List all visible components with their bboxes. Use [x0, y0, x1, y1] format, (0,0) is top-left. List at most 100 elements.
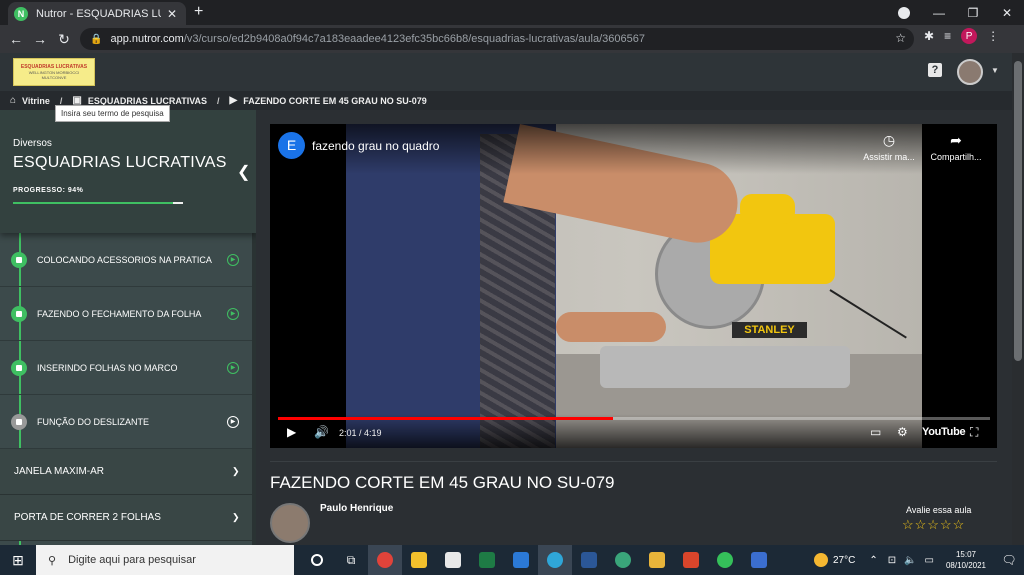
course-logo[interactable]: ESQUADRIAS LUCRATIVAS WELLINGTON MORBIOC… — [13, 58, 95, 86]
share-button[interactable]: ➦ Compartilh... — [921, 132, 991, 162]
word-icon[interactable] — [572, 545, 606, 575]
page-scrollbar-thumb[interactable] — [1014, 61, 1022, 361]
taskbar-search-input[interactable]: ⚲ Digite aqui para pesquisar — [36, 545, 294, 575]
video-progress-bar[interactable] — [278, 417, 990, 420]
clock[interactable]: 15:07 08/10/2021 — [938, 549, 994, 571]
logo-line-3: MULTCONVE — [41, 75, 67, 80]
chevron-down-icon: ❯ — [232, 466, 240, 476]
tab-title: Nutror - ESQUADRIAS LUCRATIVAS — [36, 7, 161, 20]
chevron-up-icon[interactable]: ⌃ — [869, 555, 877, 566]
chevron-down-icon[interactable]: ▼ — [991, 66, 999, 75]
lesson-item[interactable]: INSERINDO FOLHAS NO MARCO ▶ — [0, 341, 252, 395]
rating-stars[interactable]: ☆☆☆☆☆ — [902, 517, 965, 533]
browser-profile-indicator-icon[interactable] — [898, 7, 910, 19]
notifications-icon[interactable]: 🗨 — [994, 553, 1024, 567]
close-tab-icon[interactable]: ✕ — [167, 7, 177, 21]
play-icon: ▶ — [229, 95, 238, 106]
whatsapp-icon[interactable] — [708, 545, 742, 575]
file-explorer-icon[interactable] — [402, 545, 436, 575]
windows-start-icon[interactable]: ⊞ — [0, 552, 36, 569]
course-category: Diversos — [13, 138, 52, 149]
taskbar-apps: ⧉ — [300, 545, 776, 575]
temperature: 27°C — [832, 554, 856, 566]
browser-menu-icon[interactable]: ⋮ — [987, 29, 999, 43]
profile-avatar[interactable]: P — [961, 28, 978, 44]
page-scrollbar[interactable] — [1012, 53, 1024, 545]
lesson-label: COLOCANDO ACESSORIOS NA PRATICA — [37, 254, 212, 265]
watch-later-button[interactable]: ◷ Assistir ma... — [854, 132, 924, 162]
battery-icon[interactable]: ▭ — [925, 555, 934, 566]
url-text: app.nutror.com/v3/curso/ed2b9408a0f94c7a… — [110, 33, 645, 45]
reload-icon[interactable]: ↻ — [52, 31, 76, 48]
sun-icon — [813, 553, 828, 567]
breadcrumb-course[interactable]: ESQUADRIAS LUCRATIVAS — [88, 96, 207, 106]
user-avatar[interactable] — [957, 59, 983, 85]
url-input[interactable]: 🔒 app.nutror.com/v3/curso/ed2b9408a0f94c… — [80, 28, 914, 50]
subtitles-icon[interactable]: ▭ — [870, 425, 881, 439]
play-circle-icon[interactable]: ▶ — [227, 307, 239, 320]
collapse-sidebar-chevron-icon[interactable]: ❮ — [237, 162, 250, 182]
maximize-icon[interactable]: ❐ — [956, 6, 990, 20]
app-blue-icon[interactable] — [742, 545, 776, 575]
course-sidebar: Diversos ESQUADRIAS LUCRATIVAS ❮ PROGRES… — [0, 110, 256, 545]
miter-saw-base — [600, 346, 850, 388]
module-item-porta-de-correr[interactable]: PORTA DE CORRER 2 FOLHAS ❯ — [0, 495, 252, 541]
close-window-icon[interactable]: ✕ — [990, 6, 1024, 20]
video-progress-fill — [278, 417, 613, 420]
excel-icon[interactable] — [470, 545, 504, 575]
video-title[interactable]: fazendo grau no quadro — [312, 139, 439, 153]
lesson-list: COLOCANDO ACESSORIOS NA PRATICA ▶ FAZEND… — [0, 233, 252, 541]
fullscreen-icon[interactable]: ⛶ — [970, 425, 978, 440]
media-queue-icon[interactable]: ≡ — [944, 29, 951, 43]
youtube-logo[interactable]: YouTube — [922, 426, 966, 438]
lesson-item[interactable]: COLOCANDO ACESSORIOS NA PRATICA ▶ — [0, 233, 252, 287]
progress-label: PROGRESSO: 94% — [13, 187, 84, 194]
play-circle-icon[interactable]: ▶ — [227, 361, 239, 374]
settings-gear-icon[interactable]: ⚙ — [897, 425, 908, 439]
lesson-item[interactable]: FUNÇÃO DO DESLIZANTE ▶ — [0, 395, 252, 449]
app-header: ESQUADRIAS LUCRATIVAS WELLINGTON MORBIOC… — [0, 53, 1012, 91]
extension-icons: ✱ ≡ P ⋮ — [924, 28, 999, 44]
lesson-label: FAZENDO O FECHAMENTO DA FOLHA — [37, 308, 202, 319]
office-icon[interactable] — [674, 545, 708, 575]
play-circle-icon[interactable]: ▶ — [227, 253, 239, 266]
store-icon[interactable] — [436, 545, 470, 575]
content-divider — [270, 461, 997, 462]
edge-icon[interactable] — [538, 545, 572, 575]
chrome-icon[interactable] — [368, 545, 402, 575]
lesson-title: FAZENDO CORTE EM 45 GRAU NO SU-079 — [270, 473, 615, 492]
task-view-icon[interactable]: ⧉ — [334, 545, 368, 575]
watch-later-label: Assistir ma... — [863, 152, 915, 162]
taskbar-search-placeholder: Digite aqui para pesquisar — [68, 554, 196, 566]
search-icon: ⚲ — [48, 554, 57, 567]
play-circle-icon[interactable]: ▶ — [227, 415, 239, 428]
volume-icon[interactable]: 🔊 — [314, 425, 329, 439]
folder-icon[interactable] — [640, 545, 674, 575]
lesson-complete-icon — [11, 305, 27, 322]
minimize-icon[interactable]: — — [922, 6, 956, 20]
channel-avatar[interactable]: E — [278, 132, 305, 159]
cortana-icon[interactable] — [300, 545, 334, 575]
back-icon[interactable]: ← — [4, 31, 28, 47]
video-player[interactable]: STANLEY E fazendo grau no quadro ◷ Assis… — [270, 124, 997, 448]
home-icon: ⌂ — [10, 95, 17, 106]
lesson-label: FUNÇÃO DO DESLIZANTE — [37, 416, 150, 427]
browser-tab[interactable]: N Nutror - ESQUADRIAS LUCRATIVAS ✕ — [8, 2, 186, 25]
help-icon[interactable]: ? — [928, 63, 942, 77]
module-item-janela-maxim-ar[interactable]: JANELA MAXIM-AR ❯ — [0, 449, 252, 495]
sidebar-scrollbar[interactable] — [252, 233, 256, 545]
play-icon[interactable]: ▶ — [287, 425, 296, 439]
weather-widget[interactable]: 27°C — [813, 553, 856, 567]
breadcrumb-home[interactable]: Vitrine — [22, 96, 50, 106]
new-tab-icon[interactable]: + — [194, 3, 203, 21]
forward-icon[interactable]: → — [28, 31, 52, 47]
mail-icon[interactable] — [504, 545, 538, 575]
search-tooltip: Insira seu termo de pesquisa — [55, 105, 170, 122]
speaker-icon[interactable]: 🔈 — [904, 555, 916, 566]
app-green-icon[interactable] — [606, 545, 640, 575]
extensions-puzzle-icon[interactable]: ✱ — [924, 29, 934, 43]
rate-lesson-label: Avalie essa aula — [906, 505, 972, 515]
lesson-item[interactable]: FAZENDO O FECHAMENTO DA FOLHA ▶ — [0, 287, 252, 341]
bookmark-star-icon[interactable]: ☆ — [895, 31, 906, 45]
network-icon[interactable]: ⊡ — [888, 555, 896, 566]
